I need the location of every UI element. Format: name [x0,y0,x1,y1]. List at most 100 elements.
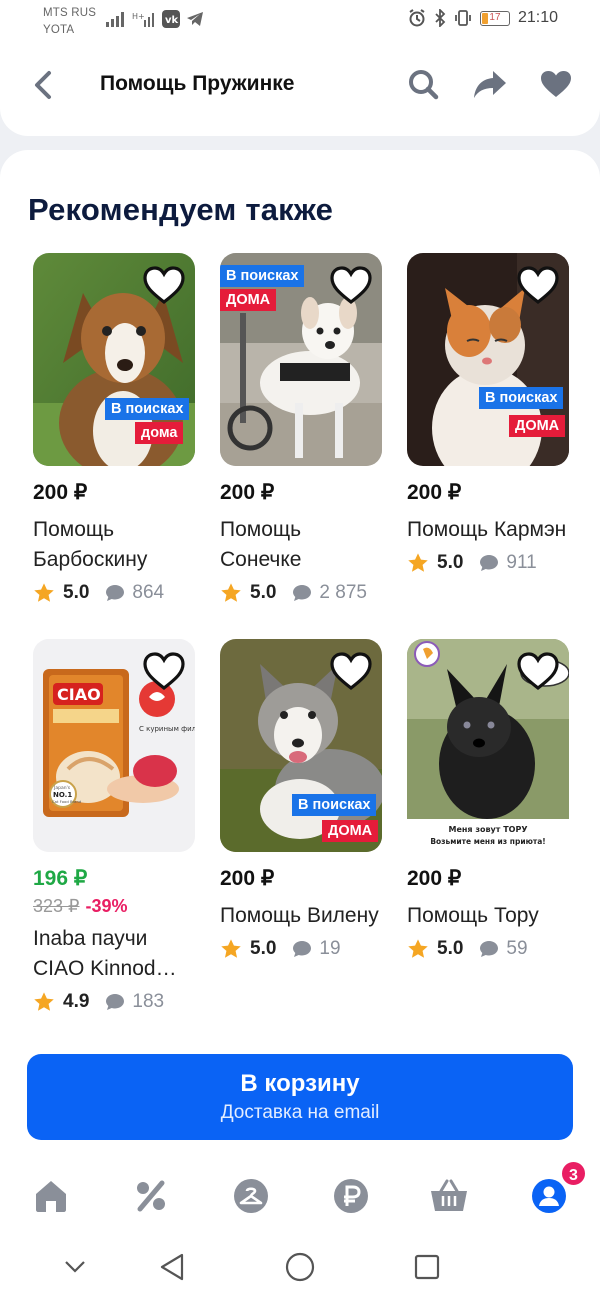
rating-value: 5.0 [250,938,277,959]
share-button[interactable] [472,66,508,102]
product-name: Помощь Тору [407,904,539,927]
heart-outline-icon[interactable] [330,265,372,305]
discount-badge: -39% [85,896,128,916]
search-button[interactable] [405,66,441,102]
bluetooth-icon [435,9,446,27]
heart-outline-icon[interactable] [143,651,185,691]
vk-app-icon: vk [162,10,180,28]
product-name: Помощь Кармэн [407,518,567,541]
badge-home: ДОМА [220,289,277,311]
comment-count: 864 [132,582,165,603]
nav-discounts[interactable] [131,1176,171,1216]
nav-catalog[interactable] [231,1176,271,1216]
star-icon [221,583,241,602]
comment-icon [480,941,499,957]
favorite-button[interactable] [538,66,574,102]
comment-count: 59 [506,938,528,959]
comment-icon [480,555,499,571]
carrier-1: MTS RUS [43,7,97,19]
comment-count: 911 [506,552,537,573]
product-price: 200 ₽ [220,481,275,504]
system-back-button[interactable] [155,1250,189,1284]
heart-icon [541,71,571,97]
product-image: В поисках дома [33,253,195,466]
pack-brand: CIAO [57,685,101,704]
product-card[interactable]: CIAO Japan's NO.1 Cat Food Brand С курин… [33,639,195,1016]
comment-icon [106,585,125,601]
svg-text:vk: vk [165,15,179,26]
nav-basket[interactable] [429,1176,469,1216]
rating-value: 5.0 [63,582,90,603]
photo-caption-2: Возьмите меня из приюта! [430,837,545,846]
badge-home: ДОМА [322,820,379,842]
cta-title: В корзину [240,1070,360,1097]
system-home-button[interactable] [283,1250,317,1284]
section-title: Рекомендуем также [28,192,334,227]
star-icon [221,939,241,958]
nav-payment[interactable] [331,1176,371,1216]
star-icon [34,992,54,1011]
system-recents-button[interactable] [410,1250,444,1284]
star-icon [34,583,54,602]
product-image: Меня зовут ТОРУ Возьмите меня из приюта! [407,639,569,852]
product-image: В поисках ДОМА [407,253,569,466]
badge-home: дома [135,422,184,444]
comment-icon [106,994,125,1010]
battery-icon: 17 [479,10,510,26]
pack-award-line3: Cat Food Brand [52,799,82,804]
alarm-icon [409,9,425,27]
badge-searching: В поисках [105,398,190,420]
heart-outline-icon[interactable] [517,651,559,691]
pack-note: С куриным филе [139,725,195,733]
old-price: 323 ₽ [33,896,80,916]
signal-icon [106,12,124,27]
rating-value: 4.9 [63,991,90,1012]
back-button[interactable] [28,67,58,103]
comment-count: 2 875 [319,582,367,603]
cta-subtitle: Доставка на email [220,1102,380,1123]
discount-icon [137,1180,165,1212]
comment-icon [293,941,312,957]
product-card[interactable]: В поисках ДОМА 200 ₽ Помощь Вилену 5.0 1… [220,639,382,963]
star-icon [408,553,428,572]
home-icon [36,1181,66,1212]
product-card[interactable]: В поисках ДОМА 200 ₽ Помощь Кармэн 5.0 9… [407,253,569,577]
comment-count: 183 [132,991,165,1012]
badge-searching: В поисках [220,265,305,287]
triangle-back-icon [160,1253,184,1281]
product-price: 200 ₽ [220,867,275,890]
nav-home[interactable] [31,1176,71,1216]
heart-outline-icon[interactable] [143,265,185,305]
product-image: В поисках ДОМА [220,639,382,852]
comment-count: 19 [319,938,341,959]
badge-searching: В поисках [479,387,564,409]
collapse-button[interactable] [58,1250,92,1284]
product-card[interactable]: В поисках ДОМА 200 ₽ Помощь Сонечке 5.0 … [220,253,382,607]
catalog-icon [234,1179,268,1213]
system-navigation-bar [0,1236,600,1299]
square-recents-icon [414,1254,440,1280]
profile-icon [532,1179,566,1213]
product-name: Inaba паучи CIAO Kinnod… [33,927,177,980]
recommendations-section: Рекомендуем также В поисках дома 200 ₽ П… [0,150,600,1156]
product-price: 196 ₽ [33,867,88,890]
product-card[interactable]: В поисках дома 200 ₽ Помощь Барбоскину 5… [33,253,195,607]
rating-value: 5.0 [437,938,464,959]
share-icon [474,71,506,98]
pack-award-line2: NO.1 [53,791,72,799]
clock: 21:10 [517,9,558,26]
carrier-2: YOTA [43,24,75,36]
photo-caption-1: Меня зовут ТОРУ [449,825,528,834]
telegram-icon [187,12,203,26]
heart-outline-icon[interactable] [330,651,372,691]
badge-home: ДОМА [509,415,566,437]
heart-outline-icon[interactable] [517,265,559,305]
page-title: Помощь Пружинке [100,72,295,95]
carrier-labels: MTS RUS YOTA [43,5,96,39]
product-price: 200 ₽ [407,867,462,890]
add-to-cart-button[interactable]: В корзину Доставка на email [27,1054,573,1140]
vibrate-icon [455,10,471,26]
product-card[interactable]: Меня зовут ТОРУ Возьмите меня из приюта!… [407,639,569,963]
search-icon [409,70,439,100]
rating-value: 5.0 [437,552,464,573]
